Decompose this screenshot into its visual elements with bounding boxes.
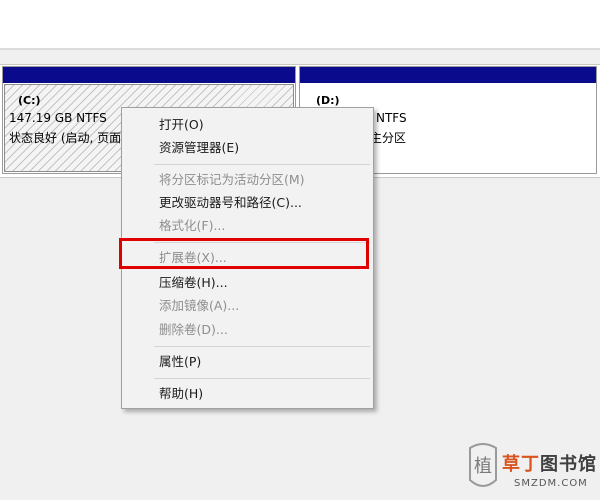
partition-d-size: NTFS [376, 111, 407, 125]
menu-separator [154, 378, 370, 379]
partition-d-status: 主分区 [370, 131, 407, 145]
menu-item-help[interactable]: 帮助(H) [159, 384, 203, 404]
menu-item-properties[interactable]: 属性(P) [159, 352, 201, 372]
partition-d-header [300, 67, 596, 83]
panel-divider [0, 48, 600, 50]
menu-item-delete-volume[interactable]: 删除卷(D)... [159, 320, 228, 340]
watermark-site: SMZDM.COM [514, 478, 588, 489]
menu-item-shrink-volume[interactable]: 压缩卷(H)... [159, 273, 228, 293]
watermark: 植 草丁图书馆 SMZDM.COM [466, 440, 596, 496]
partition-c-letter: (C:) [18, 94, 41, 107]
menu-item-explorer[interactable]: 资源管理器(E) [159, 138, 239, 158]
watermark-title: 草丁图书馆 [502, 454, 597, 475]
menu-item-format[interactable]: 格式化(F)... [159, 216, 225, 236]
svg-text:植: 植 [474, 456, 492, 477]
watermark-logo-icon: 植 [469, 443, 497, 487]
menu-item-change-drive-letter[interactable]: 更改驱动器号和路径(C)... [159, 193, 302, 213]
menu-item-open[interactable]: 打开(O) [159, 115, 204, 135]
top-panel [0, 0, 600, 48]
menu-item-add-mirror[interactable]: 添加镜像(A)... [159, 296, 239, 316]
partition-c-header [3, 67, 295, 83]
partition-c-status: 状态良好 (启动, 页面 [9, 131, 122, 145]
highlight-annotation-box [119, 238, 369, 269]
menu-item-mark-active[interactable]: 将分区标记为活动分区(M) [159, 170, 305, 190]
partition-c-size: 147.19 GB NTFS [9, 111, 107, 125]
menu-separator [154, 164, 370, 165]
menu-separator [154, 346, 370, 347]
partition-d-letter: (D:) [316, 94, 340, 107]
